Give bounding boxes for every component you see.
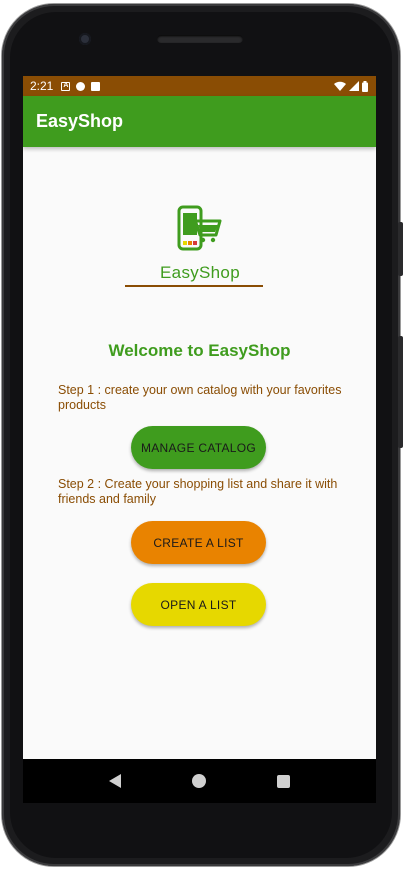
open-list-button[interactable]: OPEN A LIST: [131, 583, 266, 626]
step1-text: Step 1 : create your own catalog with yo…: [58, 383, 342, 412]
signal-icon: [349, 81, 359, 91]
system-icons: [334, 80, 368, 92]
wifi-icon: [334, 81, 346, 91]
screen: 2:21 A EasyShop EasyShop Welcome to Easy…: [23, 76, 376, 759]
app-title: EasyShop: [36, 111, 124, 131]
app-logo: EasyShop: [158, 205, 242, 285]
recent-apps-icon[interactable]: [277, 774, 291, 788]
earpiece-speaker: [157, 35, 243, 43]
p-notification-icon: [76, 81, 86, 91]
status-time: 2:21: [30, 79, 54, 93]
a-notification-icon: A: [61, 81, 71, 91]
manage-catalog-button[interactable]: MANAGE CATALOG: [131, 426, 266, 469]
welcome-heading: Welcome to EasyShop: [108, 341, 291, 360]
logo-divider: [125, 285, 263, 287]
battery-icon: [362, 80, 368, 92]
notification-icons: A: [61, 81, 101, 91]
create-list-button[interactable]: CREATE A LIST: [131, 521, 266, 564]
navigation-bar: [23, 759, 376, 803]
volume-button: [398, 336, 403, 448]
home-icon[interactable]: [191, 774, 206, 788]
status-bar: 2:21 A: [23, 76, 376, 96]
power-button: [398, 222, 403, 276]
main-content: EasyShop Welcome to EasyShop Step 1 : cr…: [23, 147, 376, 759]
app-bar: EasyShop: [23, 96, 376, 147]
back-icon[interactable]: [108, 774, 121, 788]
sd-card-icon: [91, 81, 101, 91]
shopping-cart-phone-icon: [177, 205, 222, 251]
logo-text: EasyShop: [160, 263, 240, 282]
step2-text: Step 2 : Create your shopping list and s…: [58, 477, 338, 506]
front-camera: [79, 33, 91, 45]
